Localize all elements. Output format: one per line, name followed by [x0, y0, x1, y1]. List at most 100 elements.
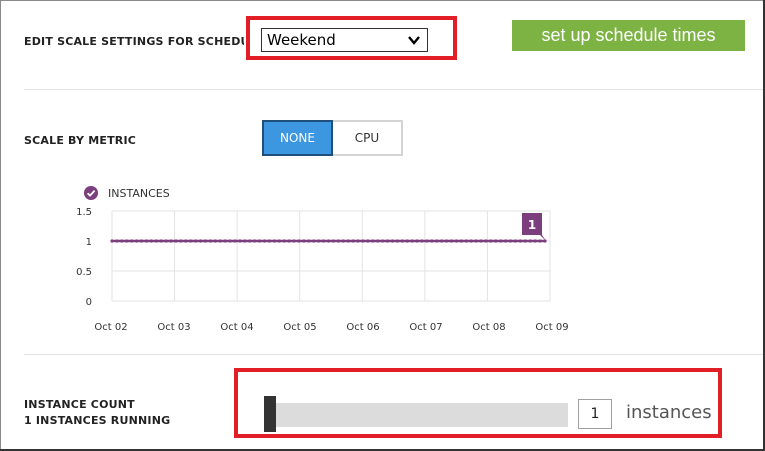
series-point — [184, 239, 188, 243]
series-point — [321, 239, 326, 243]
series-point — [213, 239, 217, 243]
series-point — [533, 239, 537, 243]
series-point — [336, 239, 340, 243]
instance-count-title: INSTANCE COUNT — [24, 398, 135, 411]
series-point — [494, 239, 498, 243]
series-point — [518, 239, 522, 243]
x-tick-label: Oct 03 — [157, 322, 190, 333]
series-point — [361, 239, 365, 243]
series-point — [513, 239, 518, 243]
x-tick-label: Oct 04 — [220, 322, 253, 333]
y-tick-label: 1 — [86, 237, 92, 248]
series-point — [430, 239, 434, 243]
series-point — [366, 239, 370, 243]
series-point — [312, 239, 316, 243]
series-point — [174, 239, 178, 243]
series-point — [385, 239, 390, 243]
series-point — [302, 239, 306, 243]
series-point — [243, 239, 247, 243]
y-tick-label: 1.5 — [76, 207, 92, 218]
series-point — [449, 239, 454, 243]
series-point — [469, 239, 473, 243]
series-point — [346, 239, 350, 243]
series-point — [120, 239, 124, 243]
series-point — [504, 239, 508, 243]
series-point — [282, 239, 286, 243]
series-point — [194, 239, 198, 243]
x-tick-label: Oct 06 — [346, 322, 379, 333]
series-point — [371, 239, 375, 243]
series-point — [405, 239, 409, 243]
series-point — [376, 239, 380, 243]
series-point — [228, 239, 232, 243]
series-point — [508, 239, 513, 243]
series-point — [233, 239, 237, 243]
series-point — [459, 239, 463, 243]
series-point — [238, 239, 242, 243]
series-point — [381, 239, 385, 243]
series-point — [149, 239, 153, 243]
series-point — [395, 239, 399, 243]
series-point — [218, 239, 222, 243]
x-tick-label: Oct 05 — [283, 322, 316, 333]
series-point — [115, 239, 119, 243]
series-point — [390, 239, 395, 243]
series-point — [538, 239, 542, 243]
x-tick-label: Oct 08 — [472, 322, 505, 333]
series-point — [307, 239, 311, 243]
series-point — [489, 239, 493, 243]
y-tick-label: 0.5 — [76, 267, 92, 278]
series-point — [135, 239, 139, 243]
series-point — [464, 239, 468, 243]
series-point — [415, 239, 419, 243]
series-point — [484, 239, 488, 243]
series-point — [277, 239, 281, 243]
series-point — [253, 239, 257, 243]
series-point — [356, 239, 360, 243]
series-point — [262, 239, 267, 243]
series-point — [179, 239, 183, 243]
series-point — [425, 239, 429, 243]
series-point — [248, 239, 252, 243]
series-point — [351, 239, 355, 243]
series-point — [523, 239, 527, 243]
data-label: 1 — [528, 218, 536, 232]
series-point — [444, 239, 449, 243]
series-point — [125, 239, 129, 243]
series-point — [341, 239, 345, 243]
series-point — [317, 239, 321, 243]
series-point — [189, 239, 193, 243]
series-point — [203, 239, 208, 243]
series-point — [208, 239, 213, 243]
series-point — [499, 239, 503, 243]
series-point — [440, 239, 444, 243]
series-point — [420, 239, 424, 243]
series-point — [474, 239, 478, 243]
series-point — [400, 239, 404, 243]
x-tick-label: Oct 09 — [535, 322, 568, 333]
instance-highlight-box — [234, 368, 722, 438]
series-point — [331, 239, 336, 243]
series-point — [528, 239, 532, 243]
series-point — [454, 239, 459, 243]
x-tick-label: Oct 02 — [94, 322, 127, 333]
series-point — [287, 239, 291, 243]
series-point — [164, 239, 168, 243]
series-point — [410, 239, 414, 243]
series-point — [435, 239, 439, 243]
series-point — [297, 239, 301, 243]
y-tick-label: 0 — [86, 297, 92, 308]
series-point — [198, 239, 203, 243]
series-point — [272, 239, 276, 243]
series-point — [479, 239, 483, 243]
series-point — [292, 239, 296, 243]
series-point — [258, 239, 262, 243]
series-point — [169, 239, 173, 243]
series-point — [144, 239, 149, 243]
divider — [24, 354, 763, 355]
instances-running-text: 1 INSTANCES RUNNING — [24, 414, 171, 427]
series-point — [267, 239, 272, 243]
series-point — [110, 239, 114, 243]
series-point — [154, 239, 158, 243]
series-point — [130, 239, 134, 243]
